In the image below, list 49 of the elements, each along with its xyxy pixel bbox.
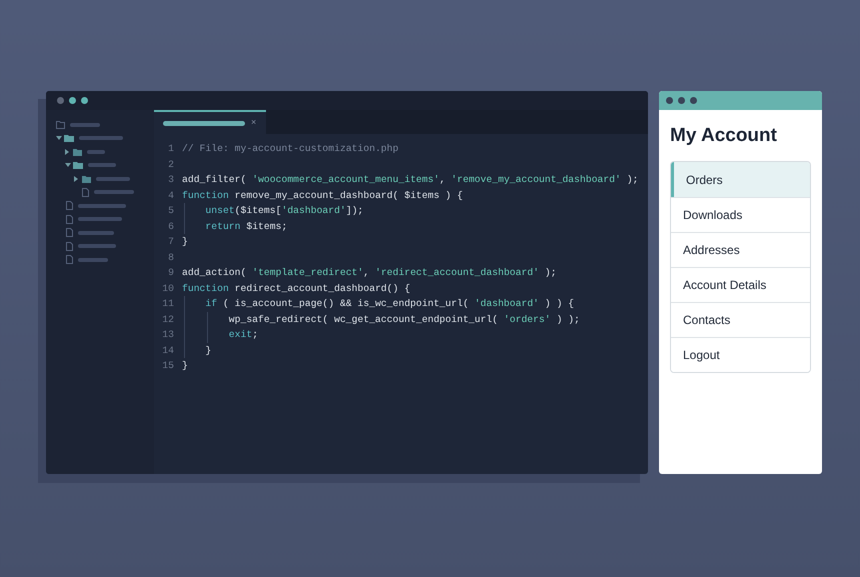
line-number: 12 bbox=[161, 312, 175, 326]
folder-icon bbox=[82, 174, 91, 182]
code-line: exit; bbox=[228, 328, 258, 342]
name-placeholder bbox=[78, 230, 114, 234]
name-placeholder bbox=[78, 244, 116, 248]
line-number: 6 bbox=[167, 220, 175, 234]
name-placeholder bbox=[70, 122, 100, 126]
page-title: My Account bbox=[669, 124, 778, 147]
code-line: // File: my-account-customization.php bbox=[182, 142, 398, 156]
line-number: 8 bbox=[167, 250, 175, 264]
name-placeholder bbox=[87, 150, 105, 154]
code-line: } bbox=[182, 359, 188, 373]
name-placeholder bbox=[88, 163, 116, 167]
open-folder-icon bbox=[73, 161, 83, 169]
line-number: 3 bbox=[167, 173, 175, 187]
line-number: 5 bbox=[167, 204, 175, 218]
line-number: 7 bbox=[167, 235, 175, 249]
line-number: 14 bbox=[161, 344, 175, 358]
line-number: 4 bbox=[167, 188, 175, 202]
code-line: add_action( 'template_redirect', 'redirect_account_dashboard' ); bbox=[182, 266, 556, 280]
name-placeholder bbox=[94, 190, 134, 194]
line-number: 9 bbox=[167, 266, 175, 280]
code-line: wp_safe_redirect( wc_get_account_endpoint_url( 'orders' ) ); bbox=[228, 312, 580, 326]
line-number: 15 bbox=[161, 359, 175, 373]
line-number: 1 bbox=[167, 142, 175, 156]
name-placeholder bbox=[78, 217, 122, 221]
line-number: 10 bbox=[161, 282, 175, 296]
name-placeholder bbox=[79, 136, 123, 140]
line-number: 13 bbox=[161, 328, 175, 342]
code-line: return $items; bbox=[205, 220, 288, 234]
name-placeholder bbox=[78, 258, 108, 262]
code-line: } bbox=[182, 235, 188, 249]
menu-item[interactable]: Logout bbox=[671, 337, 810, 372]
name-placeholder bbox=[78, 204, 126, 208]
menu-item[interactable]: Orders bbox=[671, 162, 810, 197]
code-line: if ( is_account_page() && is_wc_endpoint_url( 'dashboard' ) ) { bbox=[205, 297, 574, 311]
editor-tab[interactable]: × bbox=[154, 110, 266, 134]
name-placeholder bbox=[96, 176, 130, 180]
line-number: 2 bbox=[167, 158, 175, 172]
code-line: unset($items['dashboard']); bbox=[205, 204, 364, 218]
code-line: function remove_my_account_dashboard( $items ) { bbox=[182, 188, 463, 202]
open-folder-icon bbox=[64, 134, 74, 142]
folder-icon bbox=[73, 148, 82, 156]
code-line: function redirect_account_dashboard() { bbox=[182, 282, 410, 296]
code-line: } bbox=[205, 344, 212, 358]
folder-icon bbox=[56, 120, 65, 128]
close-icon[interactable]: × bbox=[251, 116, 256, 130]
line-number: 11 bbox=[161, 297, 175, 311]
code-line: add_filter( 'woocommerce_account_menu_items', 'remove_my_account_dashboard' ); bbox=[182, 173, 638, 187]
